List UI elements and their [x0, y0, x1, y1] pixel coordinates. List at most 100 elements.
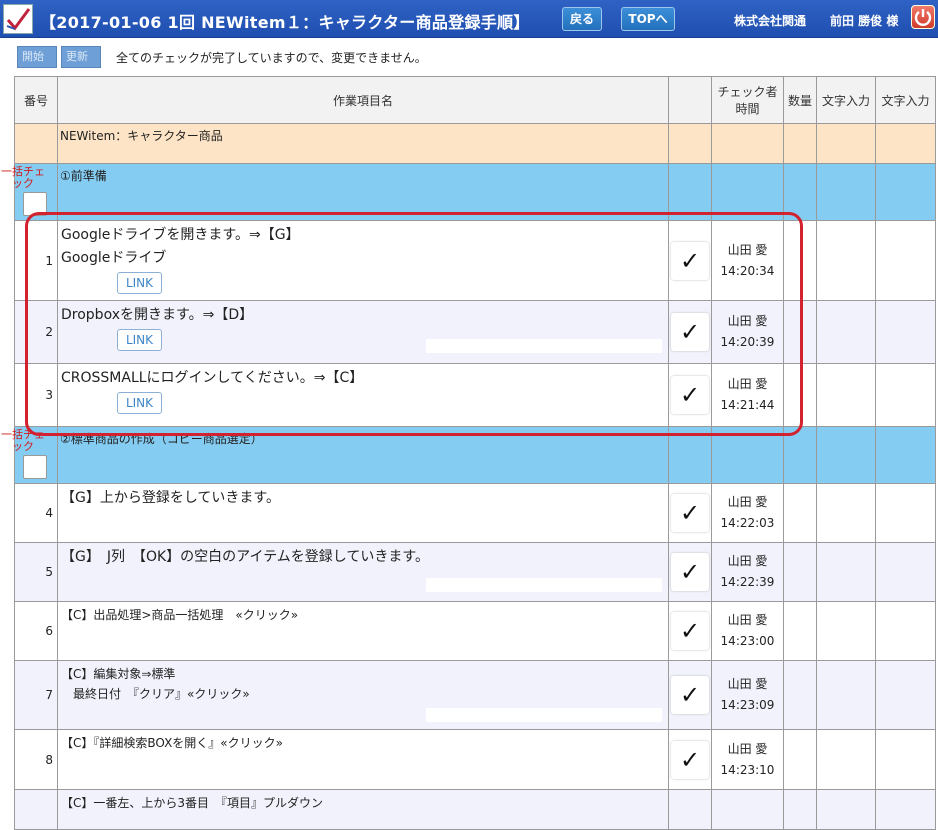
col-header-name: 作業項目名 [57, 76, 669, 124]
toolbar: 開始 更新 全てのチェックが完了していますので、変更できません。 [0, 38, 938, 76]
bulk-check-label: 一括チェック [1, 165, 45, 190]
check-time: 14:23:00 [720, 634, 775, 648]
table-header-row: 番号 作業項目名 チェック者 時間 数量 文字入力 文字入力 [14, 76, 936, 124]
blank-overlay [426, 708, 662, 722]
check-time: 14:21:44 [720, 398, 775, 412]
checker-header-line2: 時間 [735, 102, 760, 116]
table-row: 8 【C】『詳細検索BOXを開く』«クリック» ✓ 山田 愛 14:23:10 [14, 729, 936, 790]
checker-name: 山田 愛 [727, 495, 768, 509]
table-row: 4 【G】上から登録をしていきます。 ✓ 山田 愛 14:22:03 [14, 483, 936, 543]
section-title: NEWitem：キャラクター商品 [57, 123, 669, 164]
row-number: 7 [14, 660, 58, 730]
checker-cell: 山田 愛 14:23:10 [711, 729, 784, 790]
checker-cell: 山田 愛 14:20:39 [711, 300, 784, 364]
task-line: CROSSMALLにログインしてください。⇒【C】 [61, 370, 364, 386]
checkmark-icon[interactable]: ✓ [671, 612, 709, 650]
check-cell: ✓ [668, 363, 712, 427]
check-cell: ✓ [668, 542, 712, 602]
checker-header-line1: チェック者 [717, 85, 778, 99]
bulk-checkbox[interactable] [23, 192, 47, 216]
group-row: 一括チェック ①前準備 [1, 163, 936, 221]
checker-name: 山田 愛 [727, 677, 768, 691]
row-number: 2 [14, 300, 58, 364]
checker-cell: 山田 愛 14:23:00 [711, 601, 784, 661]
task-line: Dropboxを開きます。⇒【D】 [61, 307, 254, 323]
row-number [14, 789, 58, 830]
status-notice: 全てのチェックが完了していますので、変更できません。 [116, 51, 427, 65]
group-row: 一括チェック ②標準商品の作成（コピー商品選定） [1, 426, 936, 484]
row-number: 8 [14, 729, 58, 790]
header-bar: 【2017-01-06 1回 NEWitem１：キャラクター商品登録手順】 戻る… [0, 0, 938, 38]
check-cell: ✓ [668, 601, 712, 661]
section-title-row: NEWitem：キャラクター商品 [14, 123, 936, 164]
row-number: 5 [14, 542, 58, 602]
task-name: 【G】上から登録をしていきます。 [57, 483, 669, 543]
blank-overlay [426, 339, 662, 353]
update-button[interactable]: 更新 [61, 46, 101, 68]
col-header-checker: チェック者 時間 [711, 76, 784, 124]
check-cell: ✓ [668, 220, 712, 301]
bulk-check-cell: 一括チェック [1, 163, 58, 221]
task-line: Googleドライブを開きます。⇒【G】 [61, 227, 300, 243]
checkmark-icon[interactable]: ✓ [671, 313, 709, 351]
back-button[interactable]: 戻る [562, 7, 602, 31]
checkmark-icon[interactable]: ✓ [671, 376, 709, 414]
check-cell: ✓ [668, 660, 712, 730]
blank-overlay [426, 578, 662, 592]
checker-name: 山田 愛 [727, 377, 768, 391]
company-name: 株式会社関通 [734, 14, 807, 28]
col-header-qty: 数量 [783, 76, 817, 124]
table-row: 【C】一番左、上から3番目 『項目』プルダウン [14, 789, 936, 830]
check-cell: ✓ [668, 729, 712, 790]
checker-name: 山田 愛 [727, 242, 768, 257]
power-icon[interactable] [911, 5, 935, 29]
row-number: 6 [14, 601, 58, 661]
bulk-check-label: 一括チェック [1, 428, 45, 453]
table-row: 1 Googleドライブを開きます。⇒【G】 Googleドライブ LINK ✓… [14, 220, 936, 301]
link-button[interactable]: LINK [117, 329, 162, 351]
task-name: 【G】 J列 【OK】の空白のアイテムを登録していきます。 [57, 542, 669, 602]
checkmark-icon[interactable]: ✓ [671, 676, 709, 714]
check-cell: ✓ [668, 300, 712, 364]
check-time: 14:22:03 [720, 516, 775, 530]
user-name: 前田 勝俊 様 [830, 14, 899, 28]
group-name: ②標準商品の作成（コピー商品選定） [57, 426, 669, 484]
task-line: 【C】出品処理>商品一括処理 «クリック» [61, 608, 299, 622]
col-header-check [668, 76, 712, 124]
checkmark-icon[interactable]: ✓ [671, 494, 709, 532]
checker-cell: 山田 愛 14:22:03 [711, 483, 784, 543]
task-line: 最終日付 『クリア』«クリック» [61, 687, 250, 701]
group-name: ①前準備 [57, 163, 669, 221]
checkmark-icon[interactable]: ✓ [671, 553, 709, 591]
table-row: 6 【C】出品処理>商品一括処理 «クリック» ✓ 山田 愛 14:23:00 [14, 601, 936, 661]
bulk-checkbox[interactable] [23, 455, 47, 479]
task-line: 【C】編集対象⇒標準 [61, 667, 176, 681]
checkmark-icon[interactable]: ✓ [671, 241, 709, 280]
task-line: 【C】『詳細検索BOXを開く』«クリック» [61, 736, 283, 750]
task-name: Googleドライブを開きます。⇒【G】 Googleドライブ LINK [57, 220, 669, 301]
link-button[interactable]: LINK [117, 392, 162, 414]
row-number: 3 [14, 363, 58, 427]
checkmark-icon[interactable]: ✓ [671, 740, 709, 779]
check-cell: ✓ [668, 483, 712, 543]
table-row: 2 Dropboxを開きます。⇒【D】 LINK ✓ 山田 愛 14:20:39 [14, 300, 936, 364]
task-line: 【C】一番左、上から3番目 『項目』プルダウン [61, 796, 324, 810]
check-time: 14:23:10 [720, 762, 775, 777]
table-row: 3 CROSSMALLにログインしてください。⇒【C】 LINK ✓ 山田 愛 1… [14, 363, 936, 427]
col-header-no: 番号 [14, 76, 58, 124]
task-name: 【C】『詳細検索BOXを開く』«クリック» [57, 729, 669, 790]
link-button[interactable]: LINK [117, 272, 162, 294]
checker-name: 山田 愛 [727, 741, 768, 756]
top-button[interactable]: TOPへ [621, 7, 675, 31]
task-name: CROSSMALLにログインしてください。⇒【C】 LINK [57, 363, 669, 427]
check-logo-icon[interactable] [3, 4, 33, 34]
checker-name: 山田 愛 [727, 613, 768, 627]
task-line: 【G】上から登録をしていきます。 [61, 490, 281, 506]
task-name: 【C】一番左、上から3番目 『項目』プルダウン [57, 789, 669, 830]
table-row: 5 【G】 J列 【OK】の空白のアイテムを登録していきます。 ✓ 山田 愛 14… [14, 542, 936, 602]
checker-cell: 山田 愛 14:20:34 [711, 220, 784, 301]
col-header-text1: 文字入力 [816, 76, 876, 124]
task-name: 【C】出品処理>商品一括処理 «クリック» [57, 601, 669, 661]
start-button[interactable]: 開始 [17, 46, 57, 68]
page-title: 【2017-01-06 1回 NEWitem１：キャラクター商品登録手順】 [40, 13, 530, 32]
